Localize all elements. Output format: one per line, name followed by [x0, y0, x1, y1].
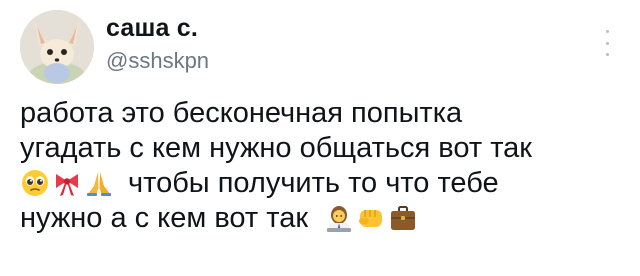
fox-avatar-icon	[20, 10, 94, 84]
tweet-text-line-with-emojis: нужно а с кем вот так	[20, 201, 630, 236]
oncoming-fist-icon	[356, 203, 386, 233]
tweet-text: работа это бесконечная попытка угадать с…	[20, 96, 630, 236]
briefcase-icon	[388, 203, 418, 233]
tweet-text-segment: нужно а с кем вот так	[20, 202, 309, 234]
tweet-card: саша с. @sshskpn работа это бесконечная …	[0, 0, 640, 276]
more-options-icon[interactable]	[604, 30, 610, 56]
tweet-text-line: угадать с кем нужно общаться вот так	[20, 132, 532, 164]
avatar[interactable]	[20, 10, 94, 84]
user-handle[interactable]: @sshskpn	[106, 48, 209, 74]
tweet-text-line: работа это бесконечная попытка	[20, 97, 463, 129]
pleading-face-icon	[20, 168, 50, 198]
tweet-text-segment: чтобы получить то что тебе	[128, 167, 499, 199]
folded-hands-icon	[84, 168, 114, 198]
tweet-text-line-with-emojis: чтобы получить то что тебе	[20, 166, 630, 201]
display-name[interactable]: саша с.	[106, 14, 198, 43]
ribbon-icon	[52, 168, 82, 198]
woman-office-worker-icon	[324, 203, 354, 233]
